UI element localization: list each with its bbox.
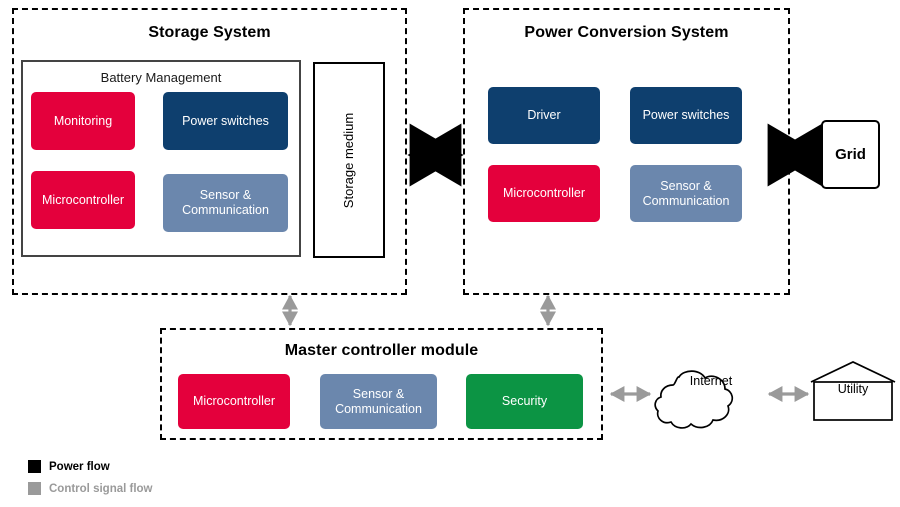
- block-label: Microcontroller: [503, 186, 585, 201]
- block-label: Security: [501, 394, 548, 409]
- storage-system-title: Storage System: [148, 24, 271, 41]
- block-security[interactable]: Security: [466, 374, 583, 429]
- internet-label: Internet: [689, 374, 733, 388]
- utility-label: Utility: [837, 382, 869, 396]
- block-power-switches-storage[interactable]: Power switches: [163, 92, 288, 150]
- block-label: Microcontroller: [42, 192, 124, 207]
- block-sensor-communication-pcs[interactable]: Sensor & Communication: [630, 165, 742, 222]
- master-controller-title: Master controller module: [284, 342, 479, 359]
- block-microcontroller-master[interactable]: Microcontroller: [178, 374, 290, 429]
- block-monitoring[interactable]: Monitoring: [31, 92, 135, 150]
- grid-box[interactable]: Grid: [821, 120, 880, 189]
- storage-medium-box[interactable]: Storage medium: [313, 62, 385, 258]
- block-label: Power switches: [642, 108, 730, 123]
- block-label: Microcontroller: [193, 394, 275, 409]
- legend-item-control-signal-flow: Control signal flow: [28, 482, 153, 495]
- diagram-canvas: Storage System Battery Management Monito…: [0, 0, 900, 507]
- block-label: Sensor & Communication: [335, 386, 422, 416]
- battery-management-title: Battery Management: [100, 70, 222, 85]
- block-sensor-communication-storage[interactable]: Sensor & Communication: [163, 174, 288, 232]
- power-flow-swatch-icon: [28, 460, 41, 473]
- legend-item-power-flow: Power flow: [28, 460, 110, 473]
- legend-label: Power flow: [49, 460, 110, 473]
- grid-label: Grid: [835, 146, 866, 163]
- block-label: Power switches: [182, 113, 269, 128]
- block-power-switches-pcs[interactable]: Power switches: [630, 87, 742, 144]
- block-microcontroller-pcs[interactable]: Microcontroller: [488, 165, 600, 222]
- block-label: Sensor & Communication: [182, 188, 269, 217]
- power-conversion-system-container: Power Conversion System: [463, 8, 790, 295]
- block-microcontroller-storage[interactable]: Microcontroller: [31, 171, 135, 229]
- power-conversion-system-title: Power Conversion System: [524, 24, 729, 41]
- block-driver[interactable]: Driver: [488, 87, 600, 144]
- legend-label: Control signal flow: [49, 482, 153, 495]
- block-label: Sensor & Communication: [642, 178, 730, 208]
- block-label: Monitoring: [53, 113, 113, 128]
- storage-medium-label: Storage medium: [341, 112, 357, 208]
- block-sensor-communication-master[interactable]: Sensor & Communication: [320, 374, 437, 429]
- control-flow-swatch-icon: [28, 482, 41, 495]
- block-label: Driver: [527, 108, 561, 123]
